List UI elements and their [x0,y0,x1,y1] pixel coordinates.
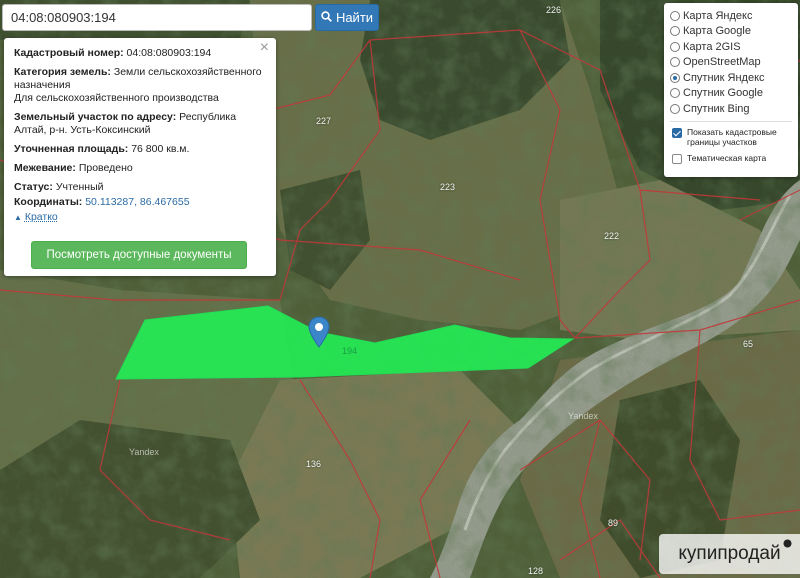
parcel-label-65: 65 [743,339,754,349]
coords-link[interactable]: 50.113287, 86.467655 [85,196,189,208]
area-value: 76 800 кв.м. [131,143,190,155]
thematic-map-toggle[interactable]: Тематическая карта [670,153,792,164]
search-button[interactable]: Найти [315,4,379,31]
layer-label: Спутник Яндекс [683,71,765,84]
watermark-dot-icon [783,539,792,548]
radio-icon[interactable] [670,10,680,21]
parcel-label-222: 222 [604,231,620,241]
divider [670,120,792,122]
close-icon[interactable]: × [260,40,269,56]
watermark-logo: купипродай [659,534,800,574]
parcel-label-227: 227 [316,116,332,126]
layer-label: Спутник Bing [683,102,750,115]
layer-label: Карта Яндекс [683,9,753,22]
layer-label: Карта 2GIS [683,40,741,53]
cadastral-value: 04:08:080903:194 [126,47,212,59]
layer-option-google-satellite[interactable]: Спутник Google [670,86,792,102]
survey-label: Межевание: [14,162,76,174]
collapse-link[interactable]: ▲ Кратко [14,211,266,224]
search-input[interactable] [2,4,312,31]
yandex-label: Yandex [129,447,159,457]
show-cadastral-label: Показать кадастровые границы участков [687,126,777,147]
radio-icon[interactable] [670,88,680,99]
radio-icon[interactable] [670,57,680,68]
yandex-label: Yandex [568,411,598,421]
search-button-label: Найти [335,10,374,25]
view-documents-button[interactable]: Посмотреть доступные документы [31,241,247,269]
layer-option-yandex-map[interactable]: Карта Яндекс [670,8,792,24]
location-marker-icon[interactable] [308,316,330,348]
radio-icon[interactable] [670,26,680,37]
cadastral-label: Кадастровый номер: [14,47,124,59]
watermark-text: купипродай [678,543,781,564]
checkbox-icon[interactable] [672,153,682,164]
checkbox-checked-icon[interactable] [672,127,682,138]
status-value: Учтенный [55,181,104,193]
search-icon [321,10,332,25]
radio-icon[interactable] [670,103,680,114]
layer-label: Спутник Google [683,87,763,100]
collapse-label: Кратко [24,211,58,223]
address-label: Земельный участок по адресу: [14,111,177,123]
parcel-label-194: 194 [342,346,358,356]
area-label: Уточненная площадь: [14,143,129,155]
layer-label: OpenStreetMap [683,56,761,69]
show-cadastral-toggle[interactable]: Показать кадастровые границы участков [670,127,792,147]
layer-option-bing-satellite[interactable]: Спутник Bing [670,101,792,117]
parcel-info-panel: × Кадастровый номер: 04:08:080903:194 Ка… [4,38,276,276]
category-extra: Для сельскохозяйственного производства [14,92,219,104]
layer-option-google-map[interactable]: Карта Google [670,24,792,40]
radio-selected-icon[interactable] [670,72,680,83]
layer-option-osm[interactable]: OpenStreetMap [670,55,792,71]
survey-value: Проведено [78,162,133,174]
layer-option-2gis-map[interactable]: Карта 2GIS [670,39,792,55]
layer-switcher: Карта Яндекс Карта Google Карта 2GIS Ope… [664,3,798,177]
thematic-map-label: Тематическая карта [687,152,767,163]
coords-label: Координаты: [14,196,83,208]
layer-label: Карта Google [683,25,751,38]
category-label: Категория земель: [14,66,111,78]
status-label: Статус: [14,181,53,193]
parcel-label-226: 226 [546,5,562,15]
parcel-label-136: 136 [306,459,322,469]
caret-up-icon: ▲ [14,213,22,222]
parcel-label-223: 223 [440,182,456,192]
parcel-label-89: 89 [608,518,619,528]
layer-option-yandex-satellite[interactable]: Спутник Яндекс [670,70,792,86]
radio-icon[interactable] [670,41,680,52]
parcel-label-128: 128 [528,566,544,576]
